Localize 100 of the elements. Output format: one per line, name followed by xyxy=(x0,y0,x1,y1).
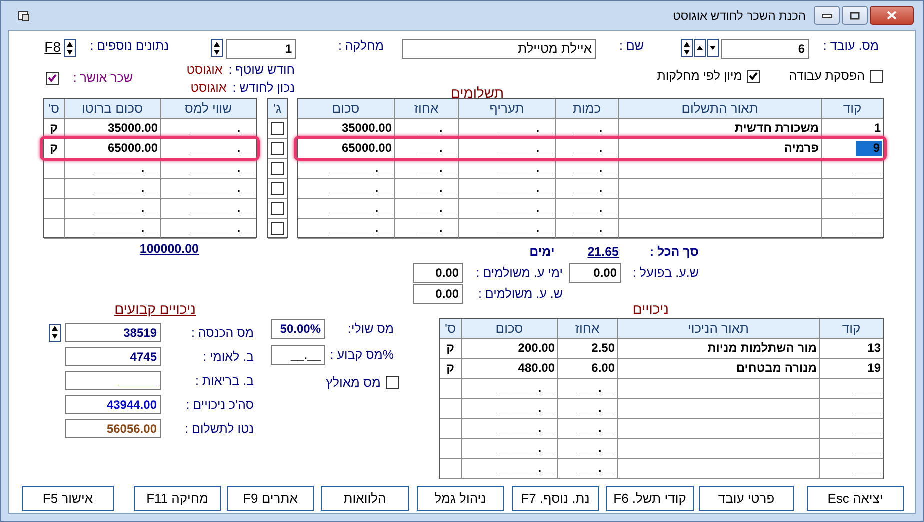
text-field[interactable]: 38519 xyxy=(65,323,161,342)
text-field[interactable]: ______ xyxy=(65,371,161,390)
action-button[interactable]: נת. נוסף. F7 xyxy=(512,486,599,511)
maximize-button[interactable] xyxy=(842,6,868,25)
column-header: כמות xyxy=(555,99,618,119)
table-cell: _______.__ xyxy=(160,179,256,199)
checkbox[interactable] xyxy=(46,72,60,84)
spinner-button[interactable] xyxy=(64,39,76,57)
table-cell: ____.__ xyxy=(555,139,618,159)
text-field[interactable]: 43944.00 xyxy=(65,395,161,414)
spinner-button[interactable] xyxy=(49,324,61,342)
minimize-button[interactable] xyxy=(814,6,840,25)
text-field[interactable]: 0.00 xyxy=(569,262,621,282)
action-button[interactable]: יציאה Esc xyxy=(807,486,904,511)
shortcut-key[interactable]: F8 xyxy=(44,39,61,55)
field-label: סה'כ ניכויים : xyxy=(185,398,254,412)
text-field[interactable]: 56056.00 xyxy=(65,419,161,438)
table-cell: ___.__ xyxy=(394,199,458,219)
table-cell: 2.50 xyxy=(557,339,617,359)
field-label: ש. ע. משולמים : xyxy=(477,286,563,300)
column-header: סכום xyxy=(461,319,557,339)
checkbox[interactable] xyxy=(271,142,284,155)
table-cell: ___.__ xyxy=(394,219,458,239)
check-icon xyxy=(749,72,758,80)
table-cell: ___.__ xyxy=(557,419,617,439)
checkbox[interactable] xyxy=(271,182,284,195)
text-field[interactable]: 4745 xyxy=(65,347,161,366)
text-field[interactable]: 1 xyxy=(226,39,296,59)
maximize-icon xyxy=(850,12,860,20)
table-cell: ______.__ xyxy=(458,159,555,179)
updown-arrows-icon xyxy=(66,40,74,56)
spinner-button[interactable] xyxy=(681,39,693,57)
checkbox[interactable] xyxy=(271,162,284,175)
table-cell: מור השתלמות מניות xyxy=(617,339,819,359)
action-button[interactable]: פרטי עובד xyxy=(699,486,794,511)
table-cell: _______.__ xyxy=(160,139,256,159)
table-cell: ____ xyxy=(819,379,883,399)
table-cell: ______.__ xyxy=(458,199,555,219)
column-header: תעריף xyxy=(458,99,555,119)
column-header: תאור התשלום xyxy=(618,99,821,119)
table-cell: 200.00 xyxy=(461,339,557,359)
table-cell: 6.00 xyxy=(557,359,617,379)
total-value: 21.65 xyxy=(588,244,619,258)
action-button[interactable]: מחיקה F11 xyxy=(134,486,221,511)
text-field[interactable]: 50.00% xyxy=(271,319,325,339)
table-cell: ____ xyxy=(821,159,883,179)
close-icon xyxy=(887,11,897,20)
table-cell: ______.__ xyxy=(458,119,555,139)
action-button[interactable]: הלוואות xyxy=(321,486,409,511)
table-cell: ____ xyxy=(819,419,883,439)
field-label: ב. בריאות : xyxy=(194,374,254,388)
text-field[interactable]: __.__ xyxy=(271,345,325,365)
column-header: אחוז xyxy=(394,99,458,119)
text-field[interactable]: 6 xyxy=(721,39,809,59)
checkbox[interactable] xyxy=(747,70,760,82)
table-cell: 35000.00 xyxy=(64,119,160,139)
table-cell: ____ xyxy=(819,399,883,419)
text-field[interactable]: איילת מטיילת xyxy=(402,39,596,59)
table-cell: ____ xyxy=(821,199,883,219)
action-button[interactable]: אתרים F9 xyxy=(227,486,314,511)
up-arrow-button[interactable] xyxy=(694,39,706,57)
table-cell: ____.__ xyxy=(555,199,618,219)
column-header: סכום ברוטו xyxy=(64,99,160,119)
checkbox[interactable] xyxy=(271,222,284,235)
table-cell: ____ xyxy=(819,439,883,459)
table-cell: ק xyxy=(44,139,64,159)
text-field[interactable]: 0.00 xyxy=(413,284,463,304)
minimize-icon xyxy=(822,12,832,20)
table-cell: מנורה מבטחים xyxy=(617,359,819,379)
close-button[interactable] xyxy=(870,6,914,25)
checkbox[interactable] xyxy=(386,376,399,389)
down-arrow-icon xyxy=(709,45,717,51)
table-cell: ____.__ xyxy=(555,119,618,139)
column-header: קוד xyxy=(821,99,883,119)
down-arrow-button[interactable] xyxy=(707,39,719,57)
checkbox[interactable] xyxy=(870,70,883,82)
table-cell: ק xyxy=(440,359,461,379)
column-header: קוד xyxy=(819,319,883,339)
spinner-button[interactable] xyxy=(211,39,223,57)
field-label: מחלקה : xyxy=(337,39,384,53)
table-cell: _______.__ xyxy=(64,199,160,219)
field-label: חודש שוטף : xyxy=(228,63,295,77)
table-cell: פרמיה xyxy=(618,139,821,159)
text-field[interactable]: 0.00 xyxy=(413,262,463,282)
table-cell: _______.__ xyxy=(160,199,256,219)
field-label: ב. לאומי : xyxy=(202,350,254,364)
checkbox[interactable] xyxy=(271,122,284,135)
action-button[interactable]: קודי תשל. F6 xyxy=(606,486,694,511)
table-cell: 19 xyxy=(819,359,883,379)
column-header: ס' xyxy=(440,319,461,339)
table-cell: ____.__ xyxy=(555,219,618,239)
updown-arrows-icon xyxy=(51,325,59,340)
field-label: שם : xyxy=(618,39,644,53)
table-cell: ___.__ xyxy=(557,439,617,459)
window-title: הכנת השכר לחודש אוגוסט xyxy=(672,8,806,22)
action-button[interactable]: ניהול גמל xyxy=(417,486,504,511)
checkbox[interactable] xyxy=(271,202,284,215)
table-cell: 65000.00 xyxy=(298,139,394,159)
action-button[interactable]: אישור F5 xyxy=(22,486,114,511)
table-cell: _______.__ xyxy=(160,119,256,139)
